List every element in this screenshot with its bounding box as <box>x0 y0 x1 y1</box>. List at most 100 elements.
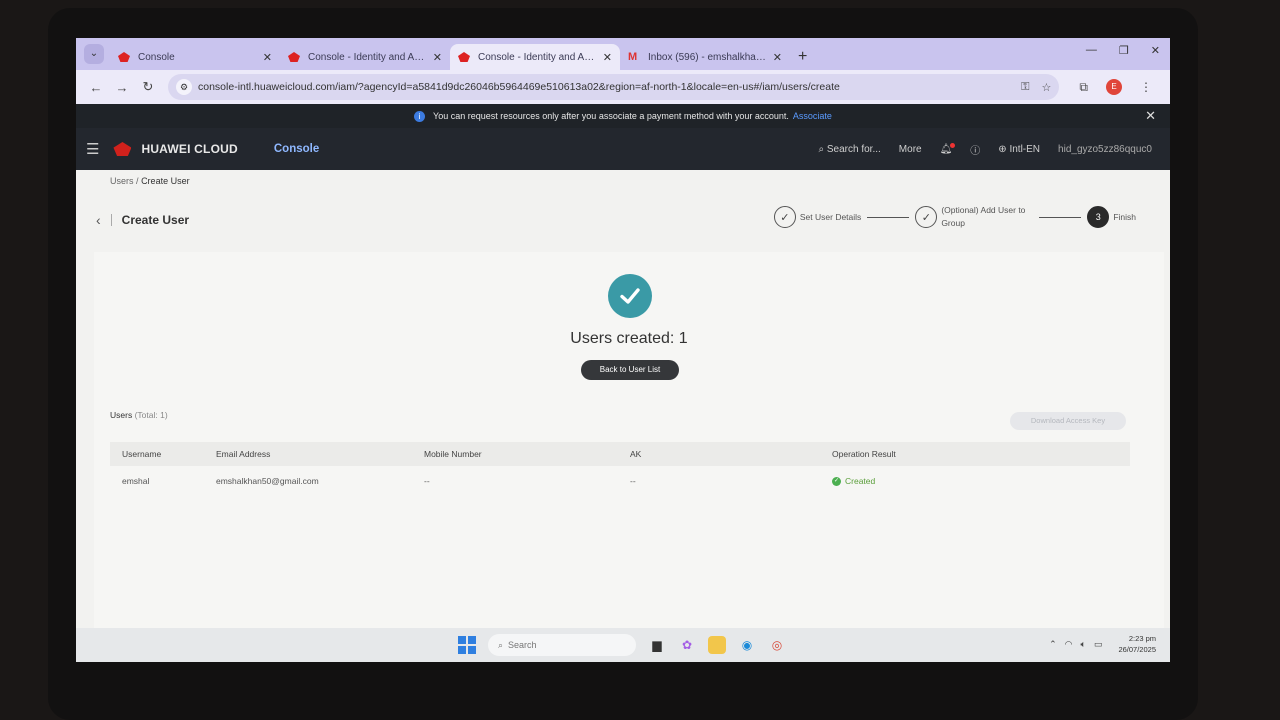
reload-icon[interactable]: ↻ <box>136 79 160 95</box>
search-label: Search for... <box>826 143 881 155</box>
header-right: ⌕ Search for... More 🔔︎ ⓘ ⊕ Intl-EN hid_… <box>800 142 1170 157</box>
browser-tab[interactable]: M Inbox (596) - emshalkhan50@g ✕ <box>620 44 790 70</box>
url-text: console-intl.huaweicloud.com/iam/?agency… <box>198 81 840 93</box>
huawei-icon <box>458 52 470 62</box>
close-window-icon[interactable]: ✕ <box>1151 44 1160 57</box>
taskbar-search[interactable]: ⌕ Search <box>488 634 636 656</box>
step-number-badge: 3 <box>1087 206 1110 228</box>
globe-icon: ⊕ <box>998 143 1010 155</box>
restore-icon[interactable]: ❐ <box>1119 44 1129 57</box>
back-chevron-icon[interactable]: ‹ <box>96 212 101 228</box>
success-dot-icon: ✓ <box>832 476 841 486</box>
copilot-icon[interactable]: ✿ <box>678 636 696 654</box>
clock-date: 26/07/2025 <box>1118 645 1156 654</box>
result-card: Users created: 1 Back to User List Users… <box>94 252 1164 642</box>
column-header: Mobile Number <box>424 449 482 459</box>
users-section-label: Users (Total: 1) <box>110 410 168 420</box>
success-check-icon <box>608 274 652 318</box>
forward-arrow-icon[interactable]: → <box>110 80 134 95</box>
mobile-cell: -- <box>424 476 430 486</box>
address-bar[interactable]: ⚙ console-intl.huaweicloud.com/iam/?agen… <box>168 74 1060 100</box>
chrome-icon[interactable]: ◎ <box>768 636 786 654</box>
users-total: (Total: 1) <box>134 410 168 420</box>
tab-title: Console <box>138 51 175 63</box>
payment-notice-bar: i You can request resources only after y… <box>76 104 1170 128</box>
header-search[interactable]: ⌕ Search for... <box>818 144 880 155</box>
back-arrow-icon[interactable]: ← <box>84 80 108 95</box>
step-label: (Optional) Add User to Group <box>941 205 1026 228</box>
tab-search-button[interactable]: ⌄ <box>84 44 104 64</box>
email-cell: emshalkhan50@gmail.com <box>216 476 319 486</box>
status-badge: ✓ Created <box>832 476 1130 486</box>
windows-start-icon[interactable] <box>458 636 476 654</box>
system-tray: ⌃ ◠ 🔈︎ ▭ 2:23 pm 26/07/2025 <box>1049 633 1156 655</box>
gmail-icon: M <box>628 51 638 63</box>
huawei-logo-icon <box>113 142 132 156</box>
bookmark-star-icon[interactable]: ☆ <box>1042 81 1052 94</box>
site-info-icon[interactable]: ⚙ <box>176 79 192 95</box>
tab-title: Inbox (596) - emshalkhan50@g <box>648 51 767 63</box>
download-access-key-button[interactable]: Download Access Key <box>1010 412 1126 430</box>
search-icon: ⌕ <box>498 639 509 650</box>
tab-close-icon[interactable]: ✕ <box>433 51 442 64</box>
edge-browser-icon[interactable]: ◉ <box>738 636 756 654</box>
tab-close-icon[interactable]: ✕ <box>263 51 272 64</box>
result-title: Users created: 1 <box>570 330 688 347</box>
breadcrumb-users-link[interactable]: Users <box>110 176 134 186</box>
browser-tab[interactable]: Console ✕ <box>110 44 280 70</box>
column-header: AK <box>630 449 642 459</box>
breadcrumb-separator: / <box>136 176 139 186</box>
tab-close-icon[interactable]: ✕ <box>773 51 782 64</box>
region-label: Intl-EN <box>1009 143 1041 155</box>
tab-close-icon[interactable]: ✕ <box>603 51 612 64</box>
huawei-icon <box>118 52 130 62</box>
huawei-cloud-logo[interactable]: HUAWEI CLOUD <box>113 142 273 156</box>
step-connector <box>1039 216 1082 218</box>
column-header: Operation Result <box>832 449 896 459</box>
new-tab-button[interactable]: + <box>798 48 807 66</box>
region-selector[interactable]: ⊕ Intl-EN <box>998 144 1040 155</box>
status-text: Created <box>845 476 876 486</box>
browser-menu-icon[interactable]: ⋮ <box>1140 80 1152 94</box>
breadcrumb-current: Create User <box>141 176 190 186</box>
breadcrumb: Users / Create User <box>110 176 190 186</box>
more-menu[interactable]: More <box>899 144 922 155</box>
checkmark-icon: ✓ <box>773 206 796 228</box>
checkmark-icon: ✓ <box>915 206 938 228</box>
minimize-icon[interactable]: — <box>1086 44 1097 57</box>
users-table: Username Email Address Mobile Number AK … <box>110 442 1130 496</box>
notification-dot <box>950 142 956 148</box>
account-menu[interactable]: hid_gyzo5zz86qquc0 <box>1058 144 1152 155</box>
window-controls: — ❐ ✕ <box>1086 44 1160 57</box>
browser-tab[interactable]: Console - Identity and Access M ✕ <box>280 44 450 70</box>
volume-icon[interactable]: 🔈︎ <box>1081 639 1086 650</box>
notifications-bell-icon[interactable]: 🔔︎ <box>940 142 956 155</box>
column-header: Email Address <box>216 449 271 459</box>
profile-avatar[interactable]: E <box>1106 79 1122 95</box>
task-view-icon[interactable]: ▆ <box>648 636 666 654</box>
step-label: Finish <box>1113 212 1136 222</box>
close-notice-icon[interactable]: ✕ <box>1145 108 1156 124</box>
back-to-user-list-button[interactable]: Back to User List <box>581 360 679 380</box>
page-header: ‹ Create User ✓ Set User Details ✓ (Opti… <box>76 198 1170 242</box>
file-explorer-icon[interactable] <box>708 636 726 654</box>
tab-title: Console - Identity and Access M <box>308 51 427 63</box>
users-label: Users <box>110 410 133 420</box>
ak-cell: -- <box>630 476 636 486</box>
console-header: ☰ HUAWEI CLOUD Console ⌕ Search for... M… <box>76 128 1170 170</box>
battery-icon[interactable]: ▭ <box>1094 639 1103 650</box>
taskbar-clock[interactable]: 2:23 pm 26/07/2025 <box>1118 633 1156 655</box>
clock-time: 2:23 pm <box>1128 634 1156 643</box>
console-link[interactable]: Console <box>274 143 319 155</box>
browser-tab-active[interactable]: Console - Identity and Access M ✕ <box>450 44 620 70</box>
hamburger-menu-icon[interactable]: ☰ <box>86 140 99 158</box>
chevron-up-icon[interactable]: ⌃ <box>1049 639 1057 650</box>
screen: ⌄ Console ✕ Console - Identity and Acces… <box>76 38 1170 662</box>
notice-text: You can request resources only after you… <box>433 111 789 121</box>
help-icon[interactable]: ⓘ <box>970 142 980 157</box>
extensions-icon[interactable]: ⧉ <box>1079 80 1088 95</box>
associate-link[interactable]: Associate <box>793 111 832 121</box>
step-label: Set User Details <box>799 212 862 222</box>
wifi-icon[interactable]: ◠ <box>1065 639 1073 650</box>
password-key-icon[interactable]: ⚿ <box>1021 81 1029 94</box>
